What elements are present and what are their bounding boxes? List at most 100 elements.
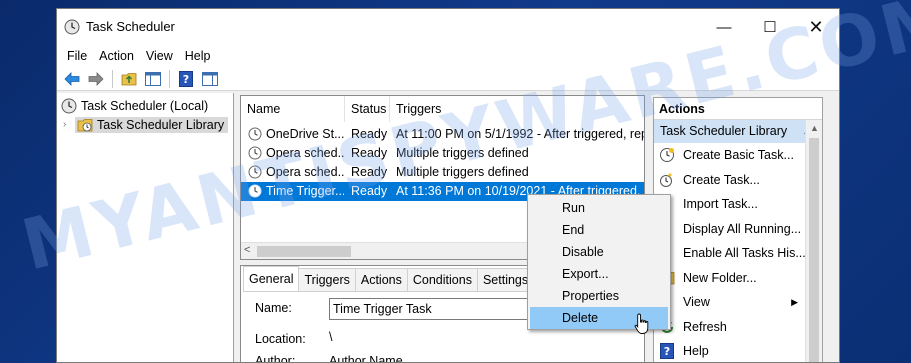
action-label: Import Task... [683,197,758,212]
chevron-right-icon[interactable]: › [63,119,75,130]
scroll-left-arrow-icon[interactable]: < [244,244,250,256]
folder-up-icon [121,73,137,86]
tree-item-library[interactable]: › Task Scheduler Library [63,115,229,134]
action-label: Create Basic Task... [683,148,794,163]
tree-root-label: Task Scheduler (Local) [81,98,209,113]
toolbar: ? [57,67,839,91]
toolbar-separator [112,69,113,88]
actions-group-library[interactable]: Task Scheduler Library ▲ [654,120,822,143]
context-run[interactable]: Run [528,197,670,219]
action-display-running[interactable]: Display All Running... [654,217,822,242]
task-name: Opera sched... [266,165,344,179]
action-refresh[interactable]: Refresh [654,315,822,340]
actions-vertical-scrollbar[interactable]: ▲ [805,120,822,362]
task-name: Time Trigger... [266,184,344,198]
detail-tabs: General Triggers Actions Conditions Sett… [243,266,535,292]
action-view[interactable]: View ▶ [654,290,822,315]
table-row[interactable]: Opera sched... Ready Multiple triggers d… [241,163,644,182]
console-tree-icon [145,71,161,86]
action-help[interactable]: ? Help [654,339,822,362]
menu-bar: File Action View Help [57,45,839,67]
task-name-field[interactable]: Time Trigger Task [329,298,539,320]
show-hide-console-tree-button[interactable] [142,69,164,89]
context-export[interactable]: Export... [528,263,670,285]
task-list-header: Name Status Triggers [241,96,644,122]
action-new-folder[interactable]: New Folder... [654,266,822,291]
table-row[interactable]: OneDrive St... Ready At 11:00 PM on 5/1/… [241,125,644,144]
help-book-icon: ? [179,70,193,87]
close-button[interactable]: ✕ [793,9,839,45]
tab-actions[interactable]: Actions [354,268,408,292]
submenu-arrow-icon: ▶ [791,296,798,307]
task-triggers: At 11:00 PM on 5/1/1992 - After triggere… [396,127,645,141]
action-create-task[interactable]: Create Task... [654,168,822,193]
action-enable-history[interactable]: Enable All Tasks His... [654,241,822,266]
context-disable[interactable]: Disable [528,241,670,263]
task-status: Ready [351,146,388,160]
action-create-basic-task[interactable]: Create Basic Task... [654,143,822,168]
tab-settings[interactable]: Settings [476,268,535,292]
create-basic-task-icon [660,148,674,163]
location-value: \ [329,330,333,344]
scrollbar-thumb[interactable] [257,246,351,257]
column-header-status[interactable]: Status [345,96,390,122]
hand-cursor-icon [634,313,649,334]
action-label: View [683,295,710,310]
task-name: Opera sched... [266,146,344,160]
tree-library-label: Task Scheduler Library [97,117,225,132]
table-row[interactable]: Opera sched... Ready Multiple triggers d… [241,144,644,163]
back-button[interactable] [61,69,83,89]
column-header-triggers[interactable]: Triggers [390,96,644,122]
task-context-menu: Run End Disable Export... Properties Del… [527,194,671,330]
action-label: Enable All Tasks His... [683,246,806,261]
context-properties[interactable]: Properties [528,285,670,307]
tab-conditions[interactable]: Conditions [406,268,478,292]
action-label: Display All Running... [683,221,802,236]
menu-file[interactable]: File [61,49,93,63]
task-status: Ready [351,127,388,141]
context-end[interactable]: End [528,219,670,241]
author-label: Author: [255,354,296,363]
help-icon: ? [660,343,674,360]
task-status: Ready [351,184,388,198]
action-import-task[interactable]: Import Task... [654,192,822,217]
scroll-up-arrow-icon[interactable]: ▲ [810,123,819,133]
task-triggers: Multiple triggers defined [396,165,529,179]
help-toolbar-button[interactable]: ? [175,69,197,89]
window-title: Task Scheduler [86,19,175,34]
author-value: Author Name [329,354,403,363]
maximize-button[interactable]: ☐ [747,9,793,45]
show-hide-action-pane-button[interactable] [199,69,221,89]
menu-action[interactable]: Action [93,49,140,63]
location-label: Location: [255,332,306,346]
console-tree: Task Scheduler (Local) › Task Scheduler … [57,93,234,362]
task-status: Ready [351,165,388,179]
column-header-name[interactable]: Name [241,96,345,122]
task-clock-icon [248,146,262,160]
action-pane-icon [202,71,218,86]
minimize-button[interactable]: — [701,9,747,45]
scrollbar-thumb[interactable] [809,138,819,362]
action-label: Create Task... [683,172,760,187]
actions-pane: Actions Task Scheduler Library ▲ Create … [653,97,823,362]
actions-group-label: Task Scheduler Library [660,124,788,138]
task-clock-icon [248,184,262,198]
name-label: Name: [255,301,292,315]
task-scheduler-window: Task Scheduler — ☐ ✕ File Action View He… [56,8,840,363]
tab-triggers[interactable]: Triggers [298,268,356,292]
title-bar: Task Scheduler — ☐ ✕ [57,9,839,45]
tab-general[interactable]: General [243,266,300,292]
tree-item-root[interactable]: Task Scheduler (Local) [61,96,208,115]
forward-arrow-icon [88,71,104,86]
menu-help[interactable]: Help [179,49,217,63]
create-task-icon [660,172,672,187]
back-arrow-icon [64,71,80,86]
task-clock-icon [248,127,262,141]
forward-button[interactable] [85,69,107,89]
svg-text:?: ? [183,73,189,86]
menu-view[interactable]: View [140,49,179,63]
clock-icon [64,19,80,35]
task-name: OneDrive St... [266,127,344,141]
actions-header: Actions [654,98,822,120]
up-folder-button[interactable] [118,69,140,89]
